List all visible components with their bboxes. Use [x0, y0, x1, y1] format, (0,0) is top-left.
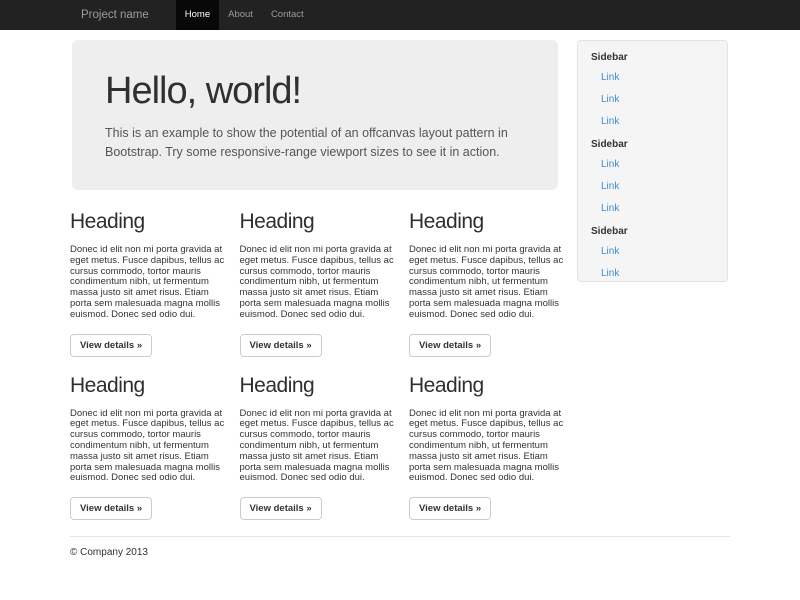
card-body: Donec id elit non mi porta gravida at eg…: [70, 409, 233, 485]
sidebar: Sidebar Link Link Link Sidebar Link Link…: [577, 40, 728, 282]
sidebar-link[interactable]: Link: [591, 66, 714, 88]
jumbotron: Hello, world! This is an example to show…: [72, 40, 558, 190]
sidebar-link[interactable]: Link: [591, 110, 714, 132]
footer: © Company 2013: [70, 536, 730, 558]
sidebar-panel: Sidebar Link Link Link Sidebar Link Link…: [577, 40, 728, 282]
view-details-button[interactable]: View details »: [70, 497, 152, 520]
main-content: Hello, world! This is an example to show…: [70, 40, 572, 520]
sidebar-link[interactable]: Link: [591, 197, 714, 219]
cards-row-2: Heading Donec id elit non mi porta gravi…: [70, 374, 572, 521]
sidebar-section-title: Sidebar: [591, 52, 714, 64]
navbar-container: Project name Home About Contact: [70, 0, 730, 30]
cards-row-1: Heading Donec id elit non mi porta gravi…: [70, 210, 572, 357]
card-heading: Heading: [240, 374, 403, 398]
view-details-button[interactable]: View details »: [409, 334, 491, 357]
nav-item-about[interactable]: About: [219, 0, 262, 30]
feature-card: Heading Donec id elit non mi porta gravi…: [70, 210, 233, 357]
card-body: Donec id elit non mi porta gravida at eg…: [409, 245, 572, 321]
card-body: Donec id elit non mi porta gravida at eg…: [240, 409, 403, 485]
page-title: Hello, world!: [105, 70, 525, 113]
card-body: Donec id elit non mi porta gravida at eg…: [409, 409, 572, 485]
card-heading: Heading: [409, 374, 572, 398]
card-heading: Heading: [240, 210, 403, 234]
view-details-button[interactable]: View details »: [240, 497, 322, 520]
feature-card: Heading Donec id elit non mi porta gravi…: [409, 210, 572, 357]
card-body: Donec id elit non mi porta gravida at eg…: [70, 245, 233, 321]
card-heading: Heading: [409, 210, 572, 234]
feature-card: Heading Donec id elit non mi porta gravi…: [240, 374, 403, 521]
sidebar-link[interactable]: Link: [591, 88, 714, 110]
nav-item-home[interactable]: Home: [176, 0, 219, 30]
copyright-text: © Company 2013: [70, 547, 730, 558]
nav-item-contact[interactable]: Contact: [262, 0, 313, 30]
brand-link[interactable]: Project name: [70, 0, 161, 30]
sidebar-link[interactable]: Link: [591, 262, 714, 282]
view-details-button[interactable]: View details »: [70, 334, 152, 357]
card-body: Donec id elit non mi porta gravida at eg…: [240, 245, 403, 321]
jumbotron-lead: This is an example to show the potential…: [105, 124, 525, 162]
sidebar-link[interactable]: Link: [591, 240, 714, 262]
nav-menu: Home About Contact: [176, 0, 313, 30]
view-details-button[interactable]: View details »: [409, 497, 491, 520]
sidebar-link[interactable]: Link: [591, 153, 714, 175]
feature-card: Heading Donec id elit non mi porta gravi…: [240, 210, 403, 357]
sidebar-section-title: Sidebar: [591, 226, 714, 238]
feature-card: Heading Donec id elit non mi porta gravi…: [409, 374, 572, 521]
feature-card: Heading Donec id elit non mi porta gravi…: [70, 374, 233, 521]
sidebar-section-title: Sidebar: [591, 139, 714, 151]
navbar: Project name Home About Contact: [0, 0, 800, 30]
sidebar-link[interactable]: Link: [591, 175, 714, 197]
page-container: Hello, world! This is an example to show…: [70, 30, 730, 558]
view-details-button[interactable]: View details »: [240, 334, 322, 357]
card-heading: Heading: [70, 210, 233, 234]
card-heading: Heading: [70, 374, 233, 398]
